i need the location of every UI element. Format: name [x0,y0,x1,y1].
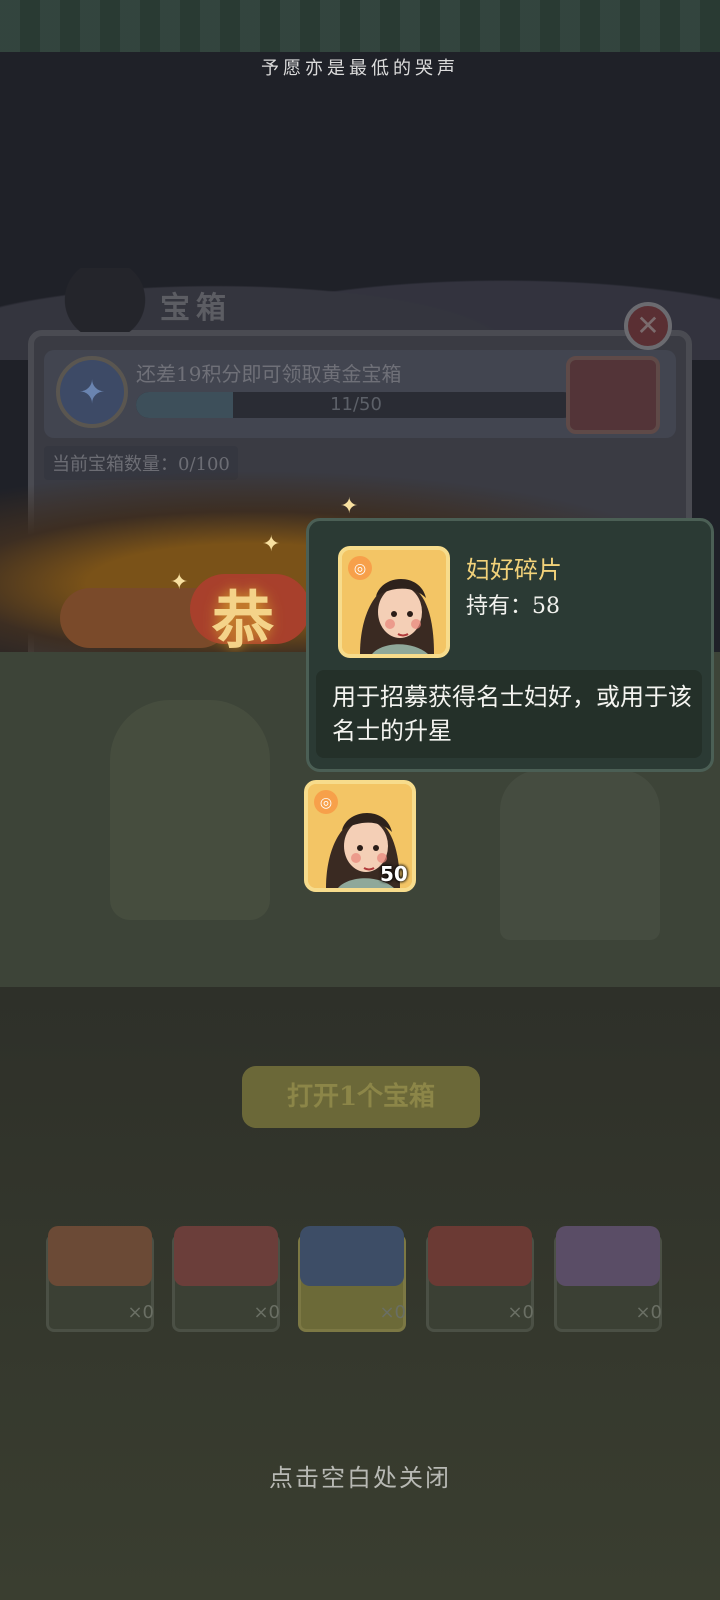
chest-count: ×0 [127,1302,154,1323]
close-button[interactable]: ✕ [624,302,672,350]
svg-text:◎: ◎ [354,561,366,577]
chest-icon [174,1226,278,1286]
item-name: 妇好碎片 [466,556,562,584]
close-hint[interactable]: 点击空白处关闭 [0,1458,720,1493]
hero-portrait-icon: ◎ [338,546,450,658]
banner-character: 恭 [212,584,275,657]
sparkle-icon: ✦ [340,494,359,519]
title-emblem-icon [40,268,170,332]
rock-decoration [500,770,660,940]
sparkle-icon: ✦ [262,532,281,557]
top-ornament-band [0,0,720,52]
svg-text:◎: ◎ [320,795,332,811]
chest-icon [428,1226,532,1286]
star-badge-icon: ✦ [56,356,128,428]
chest-count: ×0 [253,1302,280,1323]
header-quote: 予愿亦是最低的哭声 [261,58,459,79]
gold-chest-icon[interactable] [566,356,660,434]
progress-value: 11/50 [330,394,382,415]
chest-icon [300,1226,404,1286]
panel-title: 宝箱 [160,291,232,326]
chest-count: ×0 [507,1302,534,1323]
sage-figure [110,700,270,920]
progress-text: 还差19积分即可领取黄金宝箱 [136,362,402,386]
open-chest-button[interactable]: 打开1个宝箱 [242,1066,480,1128]
chest-count: ×0 [635,1302,662,1323]
item-description: 用于招募获得名士妇好，或用于该名士的升星 [332,683,692,745]
sparkle-icon: ✦ [170,570,189,595]
chest-icon [48,1226,152,1286]
reward-quantity: 50 [380,862,408,886]
item-owned-count: 持有：58 [466,594,560,619]
chest-icon [556,1226,660,1286]
chest-count: ×0 [379,1302,406,1323]
